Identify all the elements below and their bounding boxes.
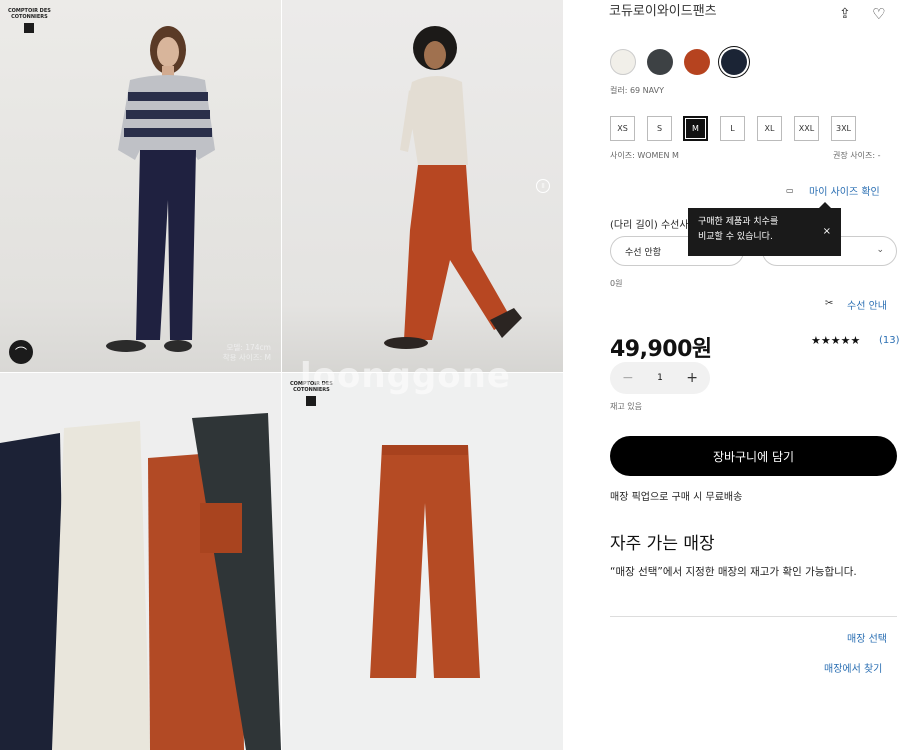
colorway-flatlay-photo[interactable] xyxy=(0,373,281,750)
my-size-link[interactable]: 마이 사이즈 확인 xyxy=(809,183,880,198)
share-icon[interactable]: ⇪ xyxy=(839,6,851,22)
size-s[interactable]: S xyxy=(647,116,672,141)
leg-length-label: (다리 길이) 수선사 xyxy=(610,220,689,231)
size-m[interactable]: M xyxy=(683,116,708,141)
hanger-icon[interactable]: ⌒ xyxy=(9,340,33,364)
chevron-down-icon: ⌄ xyxy=(876,245,884,255)
scissors-icon: ✂ xyxy=(825,298,834,309)
close-icon[interactable]: × xyxy=(823,224,831,239)
color-label: 컬러: 69 NAVY xyxy=(610,86,664,95)
quantity-value[interactable]: 1 xyxy=(657,373,663,383)
size-xl[interactable]: XL xyxy=(757,116,782,141)
model-photo-front[interactable]: COMPTOIR DES COTONNIERS 모델: 174cm 착용 사이즈… xyxy=(0,0,281,372)
flatlay-pants xyxy=(0,413,281,750)
select-store-link[interactable]: 매장 선택 xyxy=(847,630,887,645)
store-heading: 자주 가는 매장 xyxy=(610,534,715,554)
model-figure-1 xyxy=(106,26,215,352)
product-flat-photo[interactable]: COMPTOIR DES COTONNIERS xyxy=(282,373,563,750)
rating-stars: ★★★★★ xyxy=(811,334,861,347)
size-l[interactable]: L xyxy=(720,116,745,141)
review-count[interactable]: (13) xyxy=(879,335,900,346)
model-photo-walking[interactable]: ll xyxy=(282,0,563,372)
ruler-icon: ▭ xyxy=(786,186,794,195)
my-size-tooltip: 구매한 제품과 치수를 비교할 수 있습니다. × xyxy=(688,202,841,256)
product-gallery: COMPTOIR DES COTONNIERS 모델: 174cm 착용 사이즈… xyxy=(0,0,563,750)
recommended-size: 권장 사이즈: - xyxy=(833,151,881,160)
find-in-store-link[interactable]: 매장에서 찾기 xyxy=(824,660,882,675)
size-xs[interactable]: XS xyxy=(610,116,635,141)
color-swatch-navy[interactable] xyxy=(721,49,747,75)
stock-status: 재고 있음 xyxy=(610,402,642,411)
alteration-price: 0원 xyxy=(610,279,623,288)
alteration-guide-link[interactable]: 수선 안내 xyxy=(847,297,887,312)
plus-icon[interactable]: + xyxy=(686,370,698,386)
free-shipping-note: 매장 픽업으로 구매 시 무료배송 xyxy=(610,492,743,503)
tooltip-line-2: 비교할 수 있습니다. xyxy=(698,232,773,242)
color-swatch-offwhite[interactable] xyxy=(610,49,636,75)
single-pants xyxy=(370,445,480,678)
quantity-stepper: − 1 + xyxy=(610,362,710,394)
watermark: loonggone xyxy=(300,356,511,396)
model-info: 모델: 174cm 착용 사이즈: M xyxy=(222,343,271,362)
size-xxl[interactable]: XXL xyxy=(794,116,819,141)
store-description: “매장 선택”에서 지정한 매장의 재고가 확인 가능합니다. xyxy=(610,566,857,578)
size-label: 사이즈: WOMEN M xyxy=(610,151,679,160)
product-price: 49,900원 xyxy=(610,337,712,362)
divider xyxy=(610,616,897,617)
add-to-cart-button[interactable]: 장바구니에 담기 xyxy=(610,436,897,476)
model-figure-2 xyxy=(384,26,522,349)
minus-icon[interactable]: − xyxy=(622,370,634,386)
product-detail-panel: 코듀로이와이드팬츠 ⇪ ♡ 컬러: 69 NAVY XS S M L XL XX… xyxy=(563,0,918,750)
size-3xl[interactable]: 3XL xyxy=(831,116,856,141)
color-swatch-darkgray[interactable] xyxy=(647,49,673,75)
color-swatch-orange[interactable] xyxy=(684,49,710,75)
product-title: 코듀로이와이드팬츠 xyxy=(609,4,717,19)
tooltip-line-1: 구매한 제품과 치수를 xyxy=(698,217,779,227)
alteration-value: 수선 안함 xyxy=(625,247,661,258)
pause-icon[interactable]: ll xyxy=(536,179,550,193)
heart-icon[interactable]: ♡ xyxy=(872,5,885,23)
